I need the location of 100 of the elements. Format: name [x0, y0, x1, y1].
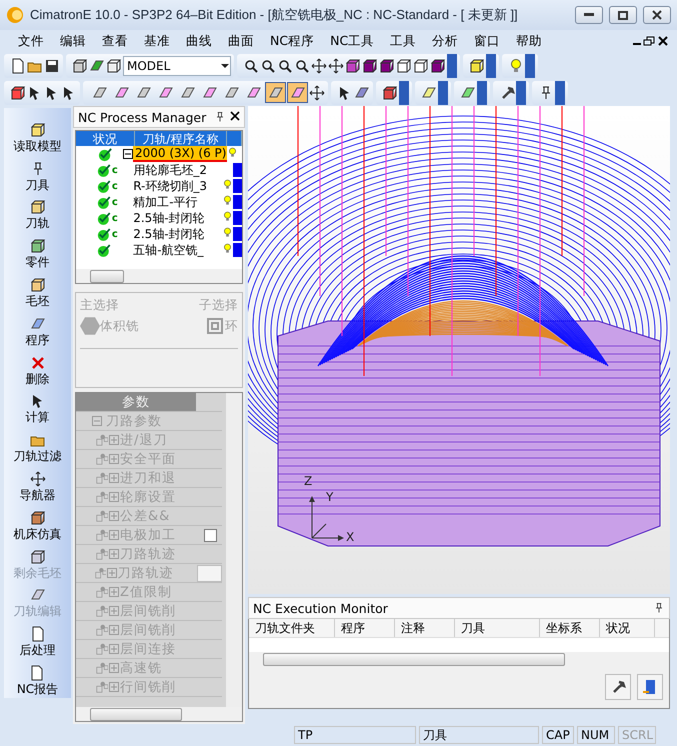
tree-item[interactable]: 2.5轴-封闭轮: [131, 226, 222, 242]
column-header: 刀具: [455, 619, 540, 637]
sheet-icon: [158, 84, 174, 100]
document-icon: [30, 626, 46, 642]
tree-item[interactable]: 用轮廓毛坯_2: [131, 162, 223, 178]
sheet-icon: [268, 84, 284, 100]
toolpath-button[interactable]: [265, 82, 286, 103]
scrollbar[interactable]: [76, 269, 242, 283]
loop-icon: [207, 318, 223, 334]
delete-icon: [30, 354, 46, 371]
toolbar-options-button[interactable]: [399, 80, 409, 104]
property-icon: [96, 529, 108, 541]
sidebar-item[interactable]: 导航器: [20, 467, 56, 504]
sidebar-item[interactable]: 零件: [26, 234, 50, 272]
zoom-icon: [294, 58, 310, 74]
menu-item[interactable]: 分析: [424, 32, 466, 50]
sidebar-item[interactable]: 计算: [26, 390, 50, 426]
viewport[interactable]: Z Y X: [248, 106, 670, 594]
sheet-icon: [89, 58, 105, 74]
collapse-icon[interactable]: [123, 149, 133, 159]
zoom-icon: [260, 58, 276, 74]
toolbar-options-button[interactable]: [525, 54, 535, 78]
sidebar-item[interactable]: 刀具: [26, 156, 50, 194]
toolbar-options-button[interactable]: [516, 80, 526, 104]
panel-title: NC Process Manager: [73, 106, 245, 128]
hexagon-icon: [80, 316, 100, 336]
toolbar-options-button[interactable]: [477, 80, 487, 104]
sidebar-item[interactable]: 读取模型: [14, 118, 62, 155]
menu-item[interactable]: 编辑: [52, 32, 94, 50]
sidebar-item[interactable]: 刀轨过滤: [14, 428, 62, 466]
property-icon: [96, 643, 108, 655]
menu-item[interactable]: 曲线: [178, 32, 220, 50]
tree-item[interactable]: 2000 (3X) (6 P): [133, 146, 227, 162]
tree-item[interactable]: 2.5轴-封闭轮: [131, 210, 222, 226]
cube-icon: [469, 58, 485, 74]
tree-item[interactable]: 五轴-航空铣_: [131, 242, 222, 258]
minimize-icon: [584, 13, 594, 17]
sheet-icon: [114, 84, 130, 100]
scrollbar[interactable]: [76, 707, 242, 721]
sidebar-item[interactable]: 刀轨: [26, 196, 50, 232]
menu-item[interactable]: 查看: [94, 32, 136, 50]
menu-item[interactable]: NC程序: [262, 32, 322, 50]
menu-item[interactable]: 基准: [136, 32, 178, 50]
input-field[interactable]: [197, 564, 222, 582]
wrench-button[interactable]: [605, 674, 631, 700]
property-icon: [96, 586, 108, 598]
cube-icon: [30, 238, 46, 254]
cube-icon: [345, 58, 361, 74]
property-icon: [96, 434, 108, 446]
cube-icon: [396, 58, 412, 74]
compiled-mark: c: [112, 164, 119, 176]
scrollbar[interactable]: [226, 393, 242, 707]
column-header: 坐标系: [540, 619, 600, 637]
menu-item[interactable]: 窗口: [466, 32, 508, 50]
minimize-button[interactable]: [575, 6, 603, 24]
sidebar-item[interactable]: 毛坯: [26, 273, 50, 310]
menu-item[interactable]: NC工具: [322, 32, 382, 50]
field-label: 子选择: [199, 297, 238, 314]
close-icon[interactable]: [230, 111, 240, 121]
toolbar-options-button[interactable]: [555, 80, 565, 104]
cube-icon: [430, 58, 446, 74]
sidebar-item[interactable]: 后处理: [20, 622, 56, 660]
property-icon: [96, 453, 108, 465]
column-header: 状况: [600, 619, 655, 637]
toolbar-options-button[interactable]: [438, 80, 448, 104]
cube-icon: [413, 58, 429, 74]
check-icon: [97, 226, 112, 242]
close-button[interactable]: [643, 6, 671, 24]
status-field: SCRL: [618, 726, 656, 744]
checkbox[interactable]: [204, 528, 217, 542]
close-icon: [652, 10, 662, 20]
cube-icon: [382, 84, 398, 100]
menu-item[interactable]: 曲面: [220, 32, 262, 50]
report-icon: [29, 664, 46, 681]
menu-item[interactable]: 工具: [382, 32, 424, 50]
close-icon[interactable]: [657, 36, 669, 46]
check-icon: [97, 194, 112, 210]
exit-button[interactable]: [637, 674, 663, 700]
property-icon: [96, 491, 108, 503]
toolbar-options-button[interactable]: [486, 54, 496, 78]
sidebar-item[interactable]: 程序: [26, 312, 50, 349]
view-combo[interactable]: MODEL: [123, 56, 231, 76]
compiled-mark: c: [112, 228, 119, 240]
maximize-button[interactable]: [609, 6, 637, 24]
panel-title: NC Execution Monitor: [248, 597, 670, 619]
toolpath-button[interactable]: [287, 82, 308, 103]
sidebar-item[interactable]: 机床仿真: [14, 506, 62, 543]
toolbar-options-button[interactable]: [447, 54, 457, 78]
plane-icon: [460, 84, 476, 100]
sidebar-item[interactable]: 删除: [26, 350, 50, 388]
cube-icon: [379, 58, 395, 74]
cube-icon: [10, 84, 26, 100]
restore-icon[interactable]: [643, 36, 657, 46]
tree-item[interactable]: R-环绕切削_3: [131, 178, 222, 194]
tree-item[interactable]: 精加工-平行: [131, 194, 222, 210]
menu-item[interactable]: 文件: [10, 32, 52, 50]
pan-icon: [311, 58, 327, 74]
menu-item[interactable]: 帮助: [508, 32, 550, 50]
sidebar-item[interactable]: NC报告: [16, 661, 58, 698]
property-icon: [96, 605, 108, 617]
